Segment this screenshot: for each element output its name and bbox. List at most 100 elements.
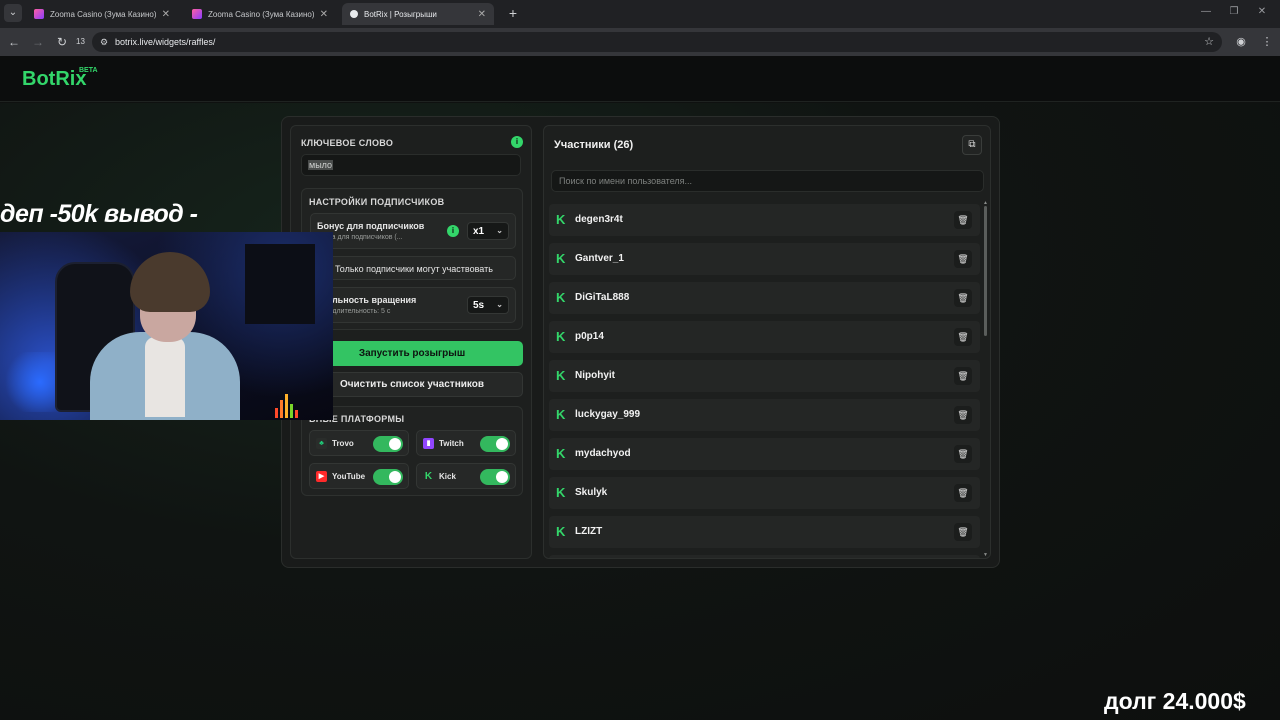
address-bar[interactable]: ⚙ botrix.live/widgets/raffles/ ☆ (92, 32, 1222, 52)
participants-panel: Участники (26) ⧉ Поиск по имени пользова… (543, 125, 991, 559)
trash-icon[interactable]: 🗑 (954, 406, 972, 424)
kick-icon: K (556, 290, 566, 305)
tab-title: BotRix | Розыгрыши (364, 9, 437, 19)
trash-icon[interactable]: 🗑 (954, 211, 972, 229)
restore-icon[interactable]: ❐ (1226, 6, 1242, 17)
start-raffle-button[interactable]: Запустить розыгрыш (301, 341, 523, 366)
close-tab-icon[interactable]: ✕ (478, 9, 486, 20)
trash-icon[interactable]: 🗑 (954, 328, 972, 346)
equalizer-icon (275, 394, 299, 418)
trash-icon[interactable]: 🗑 (954, 445, 972, 463)
stream-overlay-text: деп -50k вывод - (0, 200, 198, 228)
shirt (145, 337, 185, 417)
close-tab-icon[interactable]: ✕ (320, 9, 328, 20)
participant-name: degen3r4t (575, 214, 623, 225)
browser-tab-active[interactable]: BotRix | Розыгрыши ✕ (342, 3, 494, 25)
participant-row: K Gantver_1 🗑 (549, 243, 980, 275)
back-icon[interactable]: ← (6, 34, 22, 50)
participant-search-input[interactable]: Поиск по имени пользователя... (551, 170, 984, 192)
chevron-down-icon: ⌄ (496, 226, 503, 235)
trash-icon[interactable]: 🗑 (954, 289, 972, 307)
platform-kick: K Kick (416, 463, 516, 489)
spin-duration-value: 5s (473, 300, 485, 311)
participant-row: K Skulyk 🗑 (549, 477, 980, 509)
participants-scrollbar[interactable]: ▲ ▼ (983, 200, 988, 558)
tab-title: Zooma Casino (Зума Казино) о (208, 9, 314, 19)
subscribers-only-row[interactable]: Только подписчики могут участвовать (310, 256, 516, 280)
tab-search-chevron-icon[interactable]: ⌄ (4, 4, 22, 22)
kick-icon: K (556, 368, 566, 383)
subscriber-settings: НАСТРОЙКИ ПОДПИСЧИКОВ Бонус для подписчи… (301, 188, 523, 330)
new-tab-icon[interactable]: + (506, 5, 520, 21)
copy-icon[interactable]: ⧉ (962, 135, 982, 155)
platform-name: Twitch (439, 439, 464, 448)
subscriber-bonus-title: Бонус для подписчиков (317, 221, 425, 231)
hair (130, 252, 210, 312)
keyword-value: мыло (308, 160, 334, 170)
platform-name: Kick (439, 472, 456, 481)
subscriber-bonus-select[interactable]: x1 ⌄ (467, 222, 509, 240)
kick-icon: K (556, 329, 566, 344)
participant-row: K luckygay_999 🗑 (549, 399, 980, 431)
youtube-toggle[interactable] (373, 469, 403, 485)
keyword-input[interactable]: мыло (301, 154, 521, 176)
participant-name: Nipohyit (575, 370, 615, 381)
forward-icon[interactable]: → (30, 34, 46, 50)
scroll-down-icon[interactable]: ▼ (983, 552, 988, 558)
info-icon[interactable]: i (511, 136, 523, 148)
kick-icon: K (556, 524, 566, 539)
trovo-icon: ♣ (316, 438, 327, 449)
bookmark-star-icon[interactable]: ☆ (1204, 35, 1214, 48)
twitch-toggle[interactable] (480, 436, 510, 452)
participant-row: K degen3r4t 🗑 (549, 204, 980, 236)
tab-title: Zooma Casino (Зума Казино) о (50, 9, 156, 19)
platforms-section: ВНЫЕ ПЛАТФОРМЫ ♣ Trovo ▮ Twitch ▶ YouTub… (301, 406, 523, 496)
trovo-toggle[interactable] (373, 436, 403, 452)
spin-duration-row: ительность вращения щая длительность: 5 … (310, 287, 516, 323)
trash-icon[interactable]: 🗑 (954, 484, 972, 502)
trash-icon[interactable]: 🗑 (954, 250, 972, 268)
minimize-icon[interactable]: — (1198, 6, 1214, 17)
browser-tab[interactable]: Zooma Casino (Зума Казино) о ✕ (184, 3, 336, 25)
site-header: BotRix BETA (0, 56, 1280, 102)
keyword-label: КЛЮЧЕВОЕ СЛОВО (301, 138, 394, 148)
menu-dots-icon[interactable]: ⋮ (1259, 34, 1275, 50)
subscriber-bonus-value: x1 (473, 226, 485, 237)
participant-row: K p0p14 🗑 (549, 321, 980, 353)
tab-count: 13 (76, 37, 85, 46)
browser-toolbar: ← → ↻ 13 ⚙ botrix.live/widgets/raffles/ … (0, 28, 1280, 56)
botrix-logo[interactable]: BotRix (22, 68, 86, 91)
scroll-thumb[interactable] (984, 206, 987, 336)
spin-duration-select[interactable]: 5s ⌄ (467, 296, 509, 314)
platform-trovo: ♣ Trovo (309, 430, 409, 456)
kick-icon: K (556, 407, 566, 422)
participants-list: K degen3r4t 🗑 K Gantver_1 🗑 K DiGiTaL888… (549, 204, 980, 558)
trash-icon[interactable]: 🗑 (954, 367, 972, 385)
zooma-favicon-icon (192, 9, 202, 19)
participant-name: Skulyk (575, 487, 608, 498)
kick-icon: K (556, 251, 566, 266)
profile-icon[interactable]: ◉ (1233, 34, 1249, 50)
chevron-down-icon: ⌄ (496, 300, 503, 309)
zooma-favicon-icon (34, 9, 44, 19)
participant-name: DiGiTaL888 (575, 292, 630, 303)
trash-icon[interactable]: 🗑 (954, 523, 972, 541)
participant-name: p0p14 (575, 331, 604, 342)
botrix-favicon-icon (350, 10, 358, 18)
site-info-icon[interactable]: ⚙ (98, 36, 110, 48)
reload-icon[interactable]: ↻ (54, 34, 70, 50)
browser-tab[interactable]: Zooma Casino (Зума Казино) о ✕ (26, 3, 178, 25)
info-icon[interactable]: i (447, 225, 459, 237)
close-window-icon[interactable]: ✕ (1254, 6, 1270, 17)
participant-row: K DiGiTaL888 🗑 (549, 282, 980, 314)
platform-name: YouTube (332, 472, 366, 481)
kick-icon: K (556, 485, 566, 500)
kick-toggle[interactable] (480, 469, 510, 485)
participants-title: Участники (26) (554, 139, 634, 151)
platform-name: Trovo (332, 439, 354, 448)
clear-participants-button[interactable]: Очистить список участников (301, 372, 523, 397)
close-tab-icon[interactable]: ✕ (162, 9, 170, 20)
browser-tabbar: ⌄ Zooma Casino (Зума Казино) о ✕ Zooma C… (0, 0, 1280, 28)
participant-name: mydachyod (575, 448, 631, 459)
platform-youtube: ▶ YouTube (309, 463, 409, 489)
